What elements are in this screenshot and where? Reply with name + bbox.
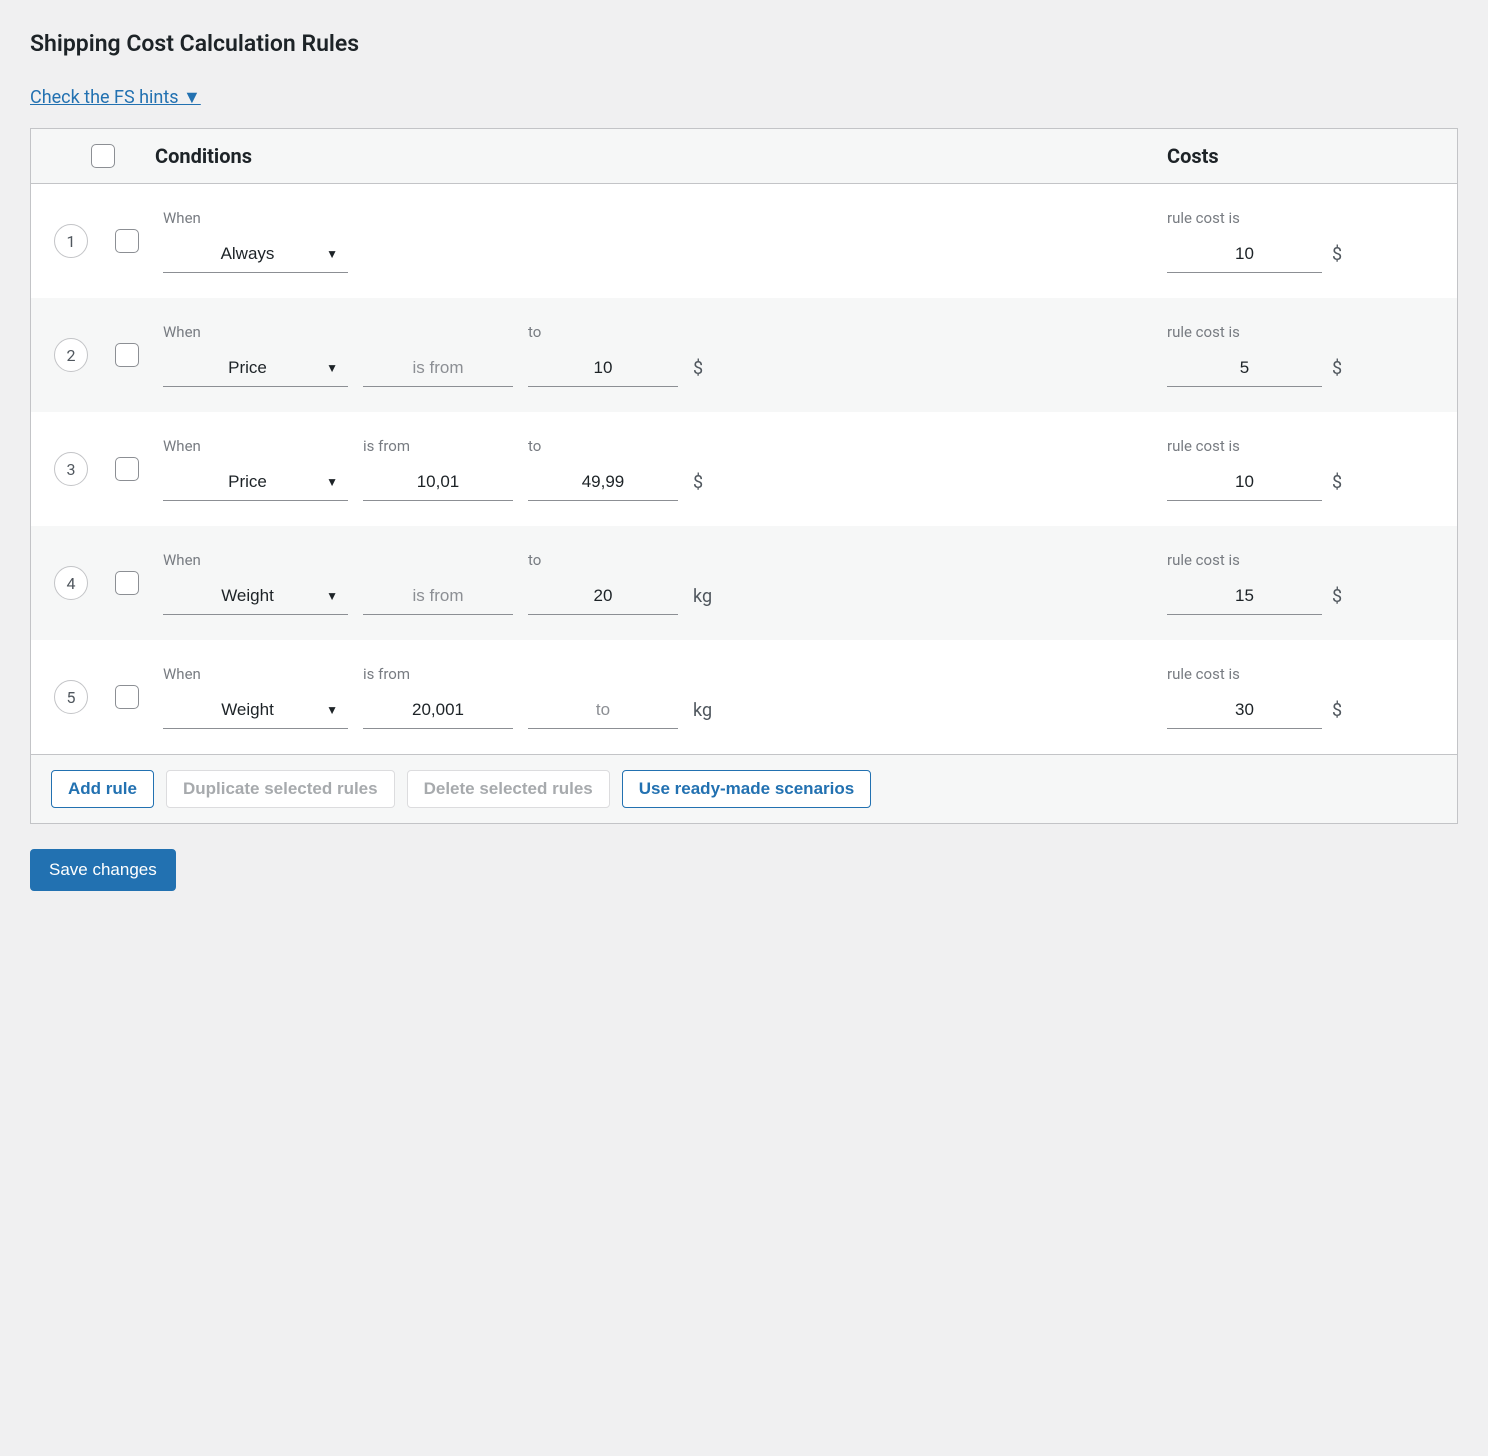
currency-unit: $ (1332, 244, 1360, 273)
to-label: to (528, 551, 678, 569)
save-changes-button[interactable]: Save changes (30, 849, 176, 891)
condition-type-select[interactable]: Weight (163, 691, 348, 729)
condition-unit: $ (693, 358, 721, 387)
condition-type-select[interactable]: Price (163, 463, 348, 501)
from-label (363, 551, 513, 569)
when-label: When (163, 665, 348, 683)
cost-input[interactable] (1167, 349, 1322, 387)
rule-number: 4 (54, 566, 88, 600)
rule-row: 5 When Weight ▼ is from (31, 640, 1457, 754)
cost-label: rule cost is (1167, 665, 1322, 683)
condition-type-select[interactable]: Always (163, 235, 348, 273)
rule-number: 5 (54, 680, 88, 714)
select-all-checkbox[interactable] (91, 144, 115, 168)
when-label: When (163, 437, 348, 455)
rule-checkbox[interactable] (115, 229, 139, 253)
cost-label: rule cost is (1167, 323, 1322, 341)
from-label: is from (363, 437, 513, 455)
duplicate-rules-button[interactable]: Duplicate selected rules (166, 770, 395, 808)
rule-row: 4 When Weight ▼ to (31, 526, 1457, 640)
cost-label: rule cost is (1167, 437, 1322, 455)
page-title: Shipping Cost Calculation Rules (30, 30, 1458, 57)
cost-label: rule cost is (1167, 551, 1322, 569)
rule-checkbox[interactable] (115, 343, 139, 367)
from-label: is from (363, 665, 513, 683)
cost-input[interactable] (1167, 235, 1322, 273)
header-costs: Costs (1167, 144, 1437, 168)
currency-unit: $ (1332, 700, 1360, 729)
actions-bar: Add rule Duplicate selected rules Delete… (31, 754, 1457, 823)
condition-type-select[interactable]: Price (163, 349, 348, 387)
cost-input[interactable] (1167, 691, 1322, 729)
cost-input[interactable] (1167, 463, 1322, 501)
cost-input[interactable] (1167, 577, 1322, 615)
condition-unit: kg (693, 700, 721, 729)
currency-unit: $ (1332, 358, 1360, 387)
delete-rules-button[interactable]: Delete selected rules (407, 770, 610, 808)
to-input[interactable] (528, 349, 678, 387)
rule-row: 2 When Price ▼ to $ (31, 298, 1457, 412)
when-label: When (163, 323, 348, 341)
to-label (528, 665, 678, 683)
condition-type-select[interactable]: Weight (163, 577, 348, 615)
to-input[interactable] (528, 463, 678, 501)
currency-unit: $ (1332, 472, 1360, 501)
from-input[interactable] (363, 691, 513, 729)
rule-number: 1 (54, 224, 88, 258)
rule-checkbox[interactable] (115, 457, 139, 481)
rule-checkbox[interactable] (115, 685, 139, 709)
header-conditions: Conditions (143, 144, 1147, 168)
rule-row: 1 When Always ▼ rule cost is $ (31, 184, 1457, 298)
when-label: When (163, 209, 348, 227)
rules-table: Conditions Costs 1 When Always ▼ rule c (30, 128, 1458, 824)
cost-label: rule cost is (1167, 209, 1322, 227)
to-input[interactable] (528, 691, 678, 729)
hints-link[interactable]: Check the FS hints ▼ (30, 87, 201, 108)
rule-number: 3 (54, 452, 88, 486)
when-label: When (163, 551, 348, 569)
scenarios-button[interactable]: Use ready-made scenarios (622, 770, 871, 808)
rule-checkbox[interactable] (115, 571, 139, 595)
add-rule-button[interactable]: Add rule (51, 770, 154, 808)
rule-number: 2 (54, 338, 88, 372)
from-input[interactable] (363, 463, 513, 501)
from-input[interactable] (363, 349, 513, 387)
condition-unit: $ (693, 472, 721, 501)
from-label (363, 323, 513, 341)
currency-unit: $ (1332, 586, 1360, 615)
to-label: to (528, 437, 678, 455)
rule-row: 3 When Price ▼ is from to (31, 412, 1457, 526)
to-label: to (528, 323, 678, 341)
condition-unit: kg (693, 586, 721, 615)
rules-header: Conditions Costs (31, 129, 1457, 184)
to-input[interactable] (528, 577, 678, 615)
from-input[interactable] (363, 577, 513, 615)
